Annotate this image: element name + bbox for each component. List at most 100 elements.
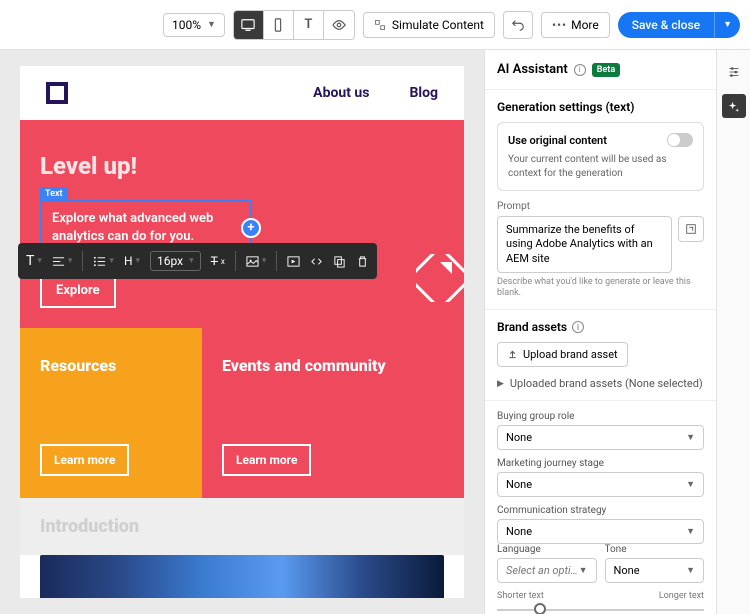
code-icon — [310, 255, 323, 268]
intro-image — [40, 555, 444, 598]
ellipsis-icon: ••• — [552, 18, 567, 32]
ai-assistant-panel: AI Assistant i Beta Generation settings … — [484, 50, 716, 614]
image-icon — [246, 255, 259, 268]
page-nav: About us Blog — [20, 66, 464, 120]
mobile-view-button[interactable] — [264, 11, 294, 39]
sliders-icon — [727, 65, 741, 79]
sparkle-icon — [727, 100, 740, 113]
save-close-group: Save & close ▼ — [618, 12, 740, 38]
copy-button[interactable] — [333, 255, 346, 268]
copy-icon — [333, 255, 346, 268]
zoom-value: 100% — [172, 18, 201, 32]
delete-button[interactable] — [356, 255, 369, 268]
beta-badge: Beta — [592, 63, 620, 77]
expand-icon — [685, 223, 697, 235]
right-rail — [716, 50, 750, 614]
media-button[interactable] — [287, 255, 300, 268]
tone-label: Tone — [605, 544, 705, 555]
preview-button[interactable] — [324, 11, 354, 39]
save-close-button[interactable]: Save & close — [618, 12, 714, 38]
gen-settings-title: Generation settings (text) — [497, 100, 704, 114]
top-toolbar: 100% ▼ T Simulate Content ••• More Save … — [0, 0, 750, 50]
panel-title: AI Assistant — [497, 62, 568, 77]
intro-section: Introduction — [20, 498, 464, 555]
strategy-select[interactable]: None▼ — [497, 519, 704, 544]
slider-thumb[interactable] — [534, 603, 546, 614]
align-button[interactable]: ▾ — [52, 255, 73, 268]
page-canvas: About us Blog Level up! Text Explore wha… — [20, 66, 464, 598]
longer-label: Longer text — [659, 591, 704, 601]
generation-fields: Buying group role None▼ Marketing journe… — [485, 401, 716, 614]
expand-prompt-button[interactable] — [678, 216, 704, 242]
upload-brand-asset-button[interactable]: Upload brand asset — [497, 342, 628, 367]
intro-title: Introduction — [40, 516, 444, 537]
resources-learn-more[interactable]: Learn more — [40, 444, 129, 476]
hero-decorative-icon — [416, 254, 464, 302]
hero-section: Level up! Text Explore what advanced web… — [20, 120, 464, 328]
buying-role-select[interactable]: None▼ — [497, 425, 704, 450]
brand-assets-title: Brand assets — [497, 320, 567, 334]
stage-label: Marketing journey stage — [497, 458, 704, 469]
chevron-down-icon: ▼ — [207, 19, 216, 30]
settings-rail-button[interactable] — [722, 60, 746, 84]
zoom-select[interactable]: 100% ▼ — [163, 13, 225, 37]
generation-settings-section: Generation settings (text) Use original … — [485, 90, 716, 310]
use-original-desc: Your current content will be used as con… — [508, 153, 693, 180]
trash-icon — [356, 255, 369, 268]
list-button[interactable]: ▾ — [93, 255, 114, 268]
resources-card: Resources Learn more — [20, 328, 202, 498]
info-icon[interactable]: i — [572, 321, 584, 333]
strategy-label: Communication strategy — [497, 505, 704, 516]
more-label: More — [571, 18, 599, 32]
media-icon — [287, 255, 300, 268]
prompt-label: Prompt — [497, 201, 704, 212]
nav-blog[interactable]: Blog — [409, 85, 438, 101]
use-original-label: Use original content — [508, 134, 607, 147]
events-learn-more[interactable]: Learn more — [222, 444, 311, 476]
buying-role-label: Buying group role — [497, 411, 704, 422]
device-preview-group: T — [233, 10, 355, 40]
align-left-icon — [52, 255, 65, 268]
save-dropdown-button[interactable]: ▼ — [714, 12, 740, 38]
chevron-right-icon: ▶ — [497, 379, 504, 389]
more-button[interactable]: ••• More — [541, 12, 610, 38]
events-title: Events and community — [222, 356, 444, 376]
code-button[interactable] — [310, 255, 323, 268]
cards-row: Resources Learn more Events and communit… — [20, 328, 464, 498]
stage-select[interactable]: None▼ — [497, 472, 704, 497]
shorter-label: Shorter text — [497, 591, 544, 601]
text-view-button[interactable]: T — [294, 11, 324, 39]
clear-format-button[interactable]: Tx — [211, 254, 225, 268]
use-original-toggle[interactable] — [667, 133, 693, 147]
nav-about[interactable]: About us — [313, 85, 369, 101]
ai-rail-button[interactable] — [722, 94, 746, 118]
heading-button[interactable]: H▾ — [124, 254, 140, 268]
events-card: Events and community Learn more — [202, 328, 464, 498]
simulate-content-button[interactable]: Simulate Content — [363, 12, 495, 38]
font-size-select[interactable]: 16px▾ — [150, 251, 201, 271]
upload-icon — [507, 349, 518, 360]
use-original-box: Use original content Your current conten… — [497, 122, 704, 191]
brand-assets-section: Brand assets i Upload brand asset ▶ Uplo… — [485, 310, 716, 401]
simulate-label: Simulate Content — [392, 18, 484, 32]
prompt-input[interactable]: Summarize the benefits of using Adobe An… — [497, 216, 672, 273]
undo-button[interactable] — [503, 11, 533, 39]
hero-subtitle: Explore what advanced web analytics can … — [52, 211, 213, 244]
desktop-view-button[interactable] — [234, 11, 264, 39]
add-component-icon[interactable]: + — [241, 218, 261, 238]
list-icon — [93, 255, 106, 268]
uploaded-assets-row[interactable]: ▶ Uploaded brand assets (None selected) — [497, 377, 704, 390]
text-style-button[interactable]: T▾ — [26, 253, 42, 269]
selection-label: Text — [40, 187, 68, 201]
image-button[interactable]: ▾ — [246, 255, 267, 268]
prompt-help: Describe what you'd like to generate or … — [497, 277, 704, 300]
info-icon[interactable]: i — [574, 64, 586, 76]
hero-title: Level up! — [40, 152, 444, 180]
length-slider[interactable] — [497, 609, 704, 611]
panel-header: AI Assistant i Beta — [485, 50, 716, 90]
resources-title: Resources — [40, 356, 182, 376]
logo — [46, 82, 68, 104]
tone-select[interactable]: None▼ — [605, 558, 705, 583]
text-format-toolbar: T▾ ▾ ▾ H▾ 16px▾ Tx ▾ — [18, 243, 377, 279]
language-select[interactable]: Select an opti…▼ — [497, 558, 597, 583]
